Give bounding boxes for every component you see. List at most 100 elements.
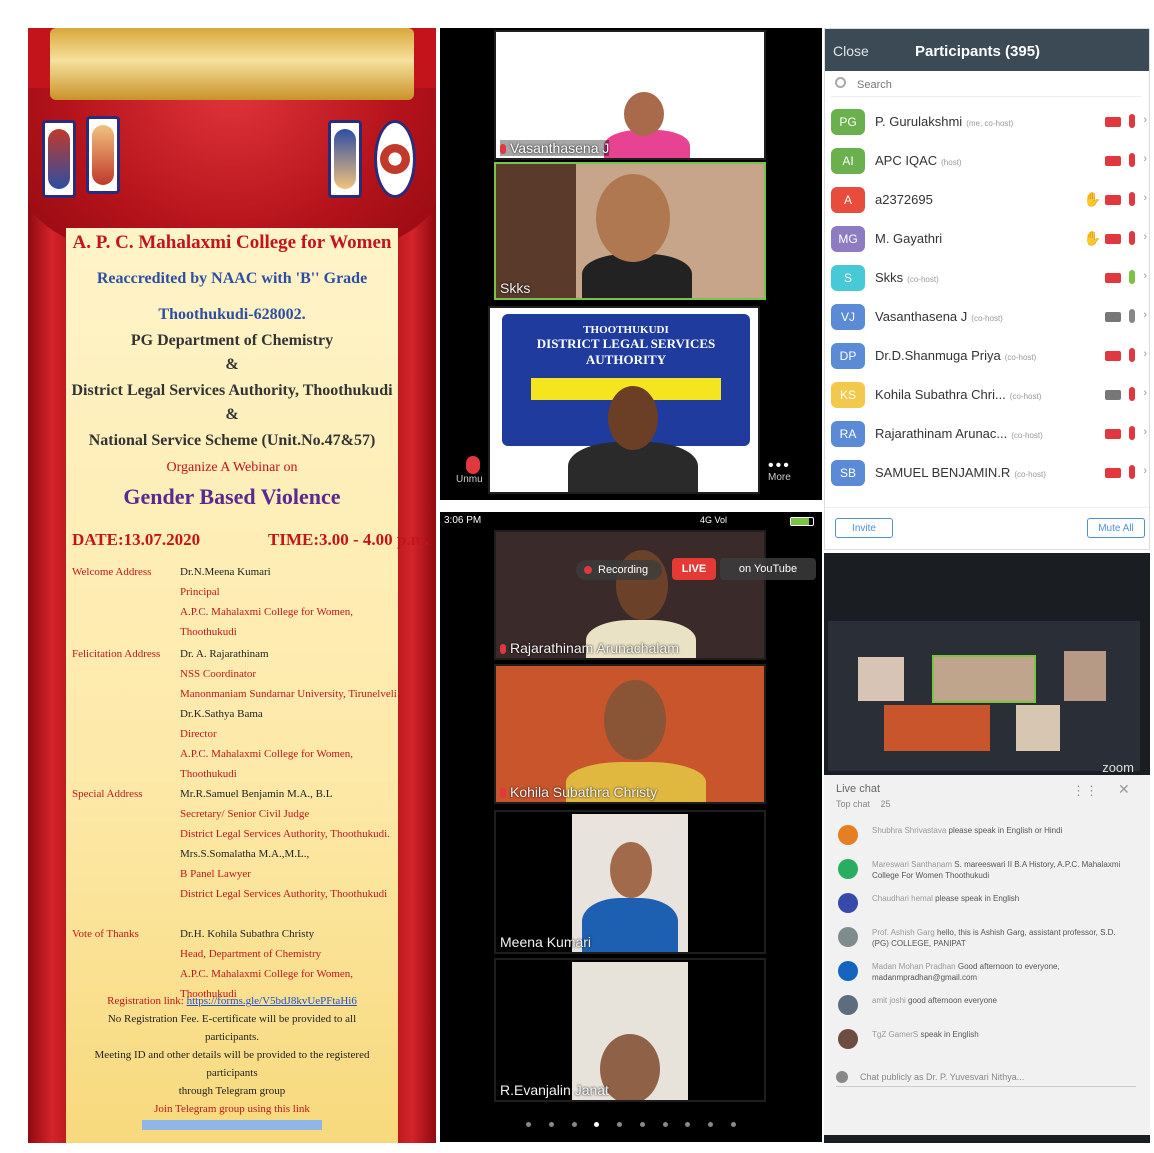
chat-options-icon[interactable]: ⋮⋮: [1072, 783, 1098, 799]
page-dot[interactable]: [708, 1122, 714, 1127]
muted-mic-icon: [500, 144, 506, 155]
chevron-right-icon[interactable]: ›: [1143, 348, 1147, 360]
mini-tile: [1016, 705, 1060, 751]
chat-message: TgZ GamerS speak in English: [838, 1027, 1138, 1057]
page-dot[interactable]: [662, 1122, 668, 1127]
telegram-link-icon[interactable]: [142, 1120, 322, 1130]
poster-accreditation: Reaccredited by NAAC with 'B'' Grade: [96, 270, 368, 287]
participants-header: Close Participants (395): [825, 29, 1149, 71]
top-chat-selector[interactable]: Top chat 25: [836, 799, 891, 809]
mic-icon[interactable]: [1129, 465, 1135, 479]
page-dots[interactable]: [526, 1122, 736, 1132]
video-tile-evanjalin[interactable]: R.Evanjalin Janat: [494, 958, 766, 1102]
participant-row[interactable]: VJ Vasanthasena J (co-host) ›: [825, 300, 1149, 339]
page-dot[interactable]: [685, 1122, 691, 1127]
chat-input[interactable]: Chat publicly as Dr. P. Yuvesvari Nithya…: [836, 1067, 1136, 1087]
participant-row[interactable]: S Skks (co-host) ›: [825, 261, 1149, 300]
page-dot[interactable]: [730, 1122, 736, 1127]
video-tile-vasanthasena[interactable]: Vasanthasena J: [494, 30, 766, 160]
poster-ampersand-1: &: [225, 356, 239, 373]
participant-avatar: VJ: [831, 304, 865, 330]
chevron-right-icon[interactable]: ›: [1143, 153, 1147, 165]
participant-row[interactable]: Aa2372695 ✋ ›: [825, 183, 1149, 222]
invite-button[interactable]: Invite: [835, 518, 893, 538]
chat-text: Chaudhari hemal please speak in English: [872, 894, 1020, 903]
poster-organize: Organize A Webinar on: [166, 460, 298, 475]
video-tile-meena[interactable]: Meena Kumari: [494, 810, 766, 954]
chat-avatar-icon: [838, 995, 858, 1015]
search-input[interactable]: [855, 75, 1125, 95]
chat-message: amit joshi good afternoon everyone: [838, 993, 1138, 1023]
camera-off-icon: [1105, 273, 1121, 283]
video-tile-rajarathinam[interactable]: Rajarathinam Arunachalam: [494, 530, 766, 660]
mic-icon[interactable]: [1129, 426, 1135, 440]
chat-avatar-icon: [838, 1029, 858, 1049]
participant-name: Skks (co-host): [875, 270, 939, 285]
video-tile-skks[interactable]: Skks: [494, 162, 766, 300]
chevron-right-icon[interactable]: ›: [1143, 270, 1147, 282]
unmute-label: Unmu: [456, 474, 483, 485]
registration-link[interactable]: https://forms.gle/V5bdJ8kvUePFtaHi6: [187, 995, 357, 1007]
raised-hand-icon: ✋: [1083, 230, 1101, 246]
participant-row[interactable]: KS Kohila Subathra Chri... (co-host) ›: [825, 378, 1149, 417]
mic-icon[interactable]: [1129, 114, 1135, 128]
muted-mic-icon: [500, 644, 506, 655]
page-dot[interactable]: [639, 1122, 645, 1127]
camera-off-icon: [1105, 234, 1121, 244]
search-bar[interactable]: [831, 75, 1141, 97]
mic-icon[interactable]: [1129, 270, 1135, 284]
chat-avatar-icon: [838, 927, 858, 947]
chevron-right-icon[interactable]: ›: [1143, 192, 1147, 204]
video-tile-legal-authority[interactable]: THOOTHUKUDI DISTRICT LEGAL SERVICES AUTH…: [488, 306, 760, 494]
participant-face: [604, 680, 666, 760]
unmute-button[interactable]: Unmu: [456, 456, 483, 485]
close-button[interactable]: Close: [833, 43, 869, 59]
participant-face: [600, 1034, 660, 1100]
mic-icon[interactable]: [1129, 153, 1135, 167]
tile-name: Kohila Subathra Christy: [500, 784, 657, 800]
camera-off-icon: [1105, 351, 1121, 361]
mic-icon[interactable]: [1129, 192, 1135, 206]
chevron-right-icon[interactable]: ›: [1143, 231, 1147, 243]
page-dot-active[interactable]: [594, 1122, 600, 1127]
chevron-right-icon[interactable]: ›: [1143, 309, 1147, 321]
chat-avatar-icon: [838, 825, 858, 845]
search-icon: [835, 77, 846, 88]
participant-name: a2372695: [875, 192, 933, 207]
chevron-right-icon[interactable]: ›: [1143, 114, 1147, 126]
banner-line-1: THOOTHUKUDI: [583, 324, 669, 336]
thanks-speaker: Dr.H. Kohila Subathra Christy: [180, 928, 315, 940]
mic-icon[interactable]: [1129, 348, 1135, 362]
chevron-right-icon[interactable]: ›: [1143, 465, 1147, 477]
participant-figure: [582, 898, 678, 952]
participant-avatar: RA: [831, 421, 865, 447]
mic-icon[interactable]: [1129, 309, 1135, 323]
participant-row[interactable]: SB SAMUEL BENJAMIN.R (co-host) ›: [825, 456, 1149, 495]
chevron-right-icon[interactable]: ›: [1143, 426, 1147, 438]
video-tile-kohila[interactable]: Kohila Subathra Christy: [494, 664, 766, 804]
poster-college-name: A. P. C. Mahalaxmi College for Women: [72, 232, 392, 253]
page-dot[interactable]: [617, 1122, 623, 1127]
chevron-right-icon[interactable]: ›: [1143, 387, 1147, 399]
tile-name: Vasanthasena J: [500, 140, 610, 156]
page-dot[interactable]: [571, 1122, 577, 1127]
mic-icon[interactable]: [1129, 387, 1135, 401]
chat-text: TgZ GamerS speak in English: [872, 1030, 979, 1039]
participant-row[interactable]: DP Dr.D.Shanmuga Priya (co-host) ›: [825, 339, 1149, 378]
participant-row[interactable]: RA Rajarathinam Arunac... (co-host) ›: [825, 417, 1149, 456]
poster-city: Thoothukudi-628002.: [158, 306, 306, 323]
more-button[interactable]: ••• More: [768, 458, 791, 484]
tile-name: Meena Kumari: [500, 934, 592, 950]
page-dot[interactable]: [526, 1122, 531, 1127]
chat-text: amit joshi good afternoon everyone: [872, 996, 997, 1005]
participant-name: Dr.D.Shanmuga Priya (co-host): [875, 348, 1037, 363]
camera-off-icon: [1105, 117, 1121, 127]
page-dot[interactable]: [548, 1122, 554, 1127]
mute-all-button[interactable]: Mute All: [1087, 518, 1145, 538]
participant-row[interactable]: AI APC IQAC (host) ›: [825, 144, 1149, 183]
participant-row[interactable]: PG P. Gurulakshmi (me, co-host) ›: [825, 105, 1149, 144]
participant-face: [610, 842, 652, 898]
participant-row[interactable]: MG M. Gayathri ✋ ›: [825, 222, 1149, 261]
mic-icon[interactable]: [1129, 231, 1135, 245]
close-chat-icon[interactable]: ✕: [1118, 781, 1130, 798]
